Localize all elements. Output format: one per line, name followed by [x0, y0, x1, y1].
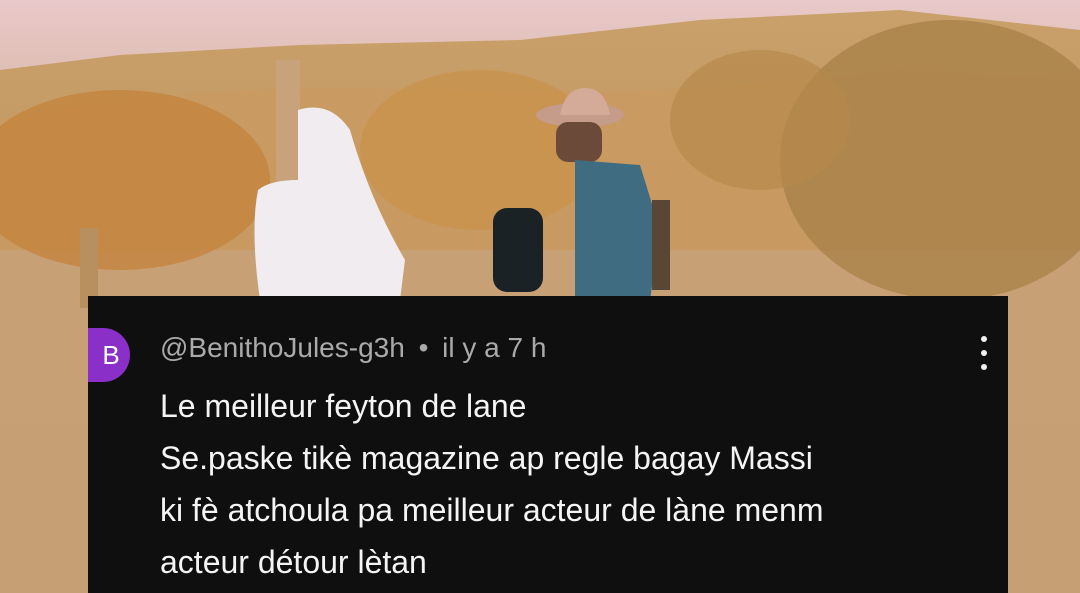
comment-card: B @BenithoJules-g3h • il y a 7 h Le meil… [88, 296, 1008, 593]
comment-line: Se.paske tikè magazine ap regle bagay Ma… [160, 440, 813, 476]
comment-line: ki fè atchoula pa meilleur acteur de làn… [160, 492, 824, 528]
comment-body: Le meilleur feyton de lane Se.paske tikè… [160, 380, 990, 588]
comment-author[interactable]: @BenithoJules-g3h [160, 332, 405, 363]
meta-separator: • [418, 332, 429, 363]
comment-line: Le meilleur feyton de lane [160, 388, 527, 424]
comment-meta: @BenithoJules-g3h • il y a 7 h [160, 332, 546, 364]
avatar[interactable]: B [88, 328, 130, 382]
comment-line: acteur détour lètan [160, 544, 427, 580]
comment-time: il y a 7 h [442, 332, 547, 363]
more-vert-icon[interactable] [974, 336, 994, 370]
